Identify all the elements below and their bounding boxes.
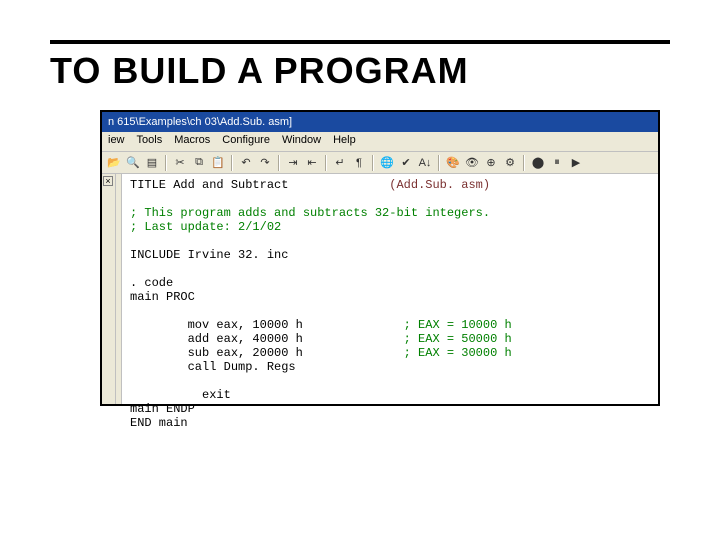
undo-icon[interactable]: ↶: [238, 155, 254, 171]
plugin-icon[interactable]: ⚙: [502, 155, 518, 171]
menu-tools[interactable]: Tools: [137, 134, 163, 149]
menubar: iew Tools Macros Configure Window Help: [102, 132, 658, 152]
toolbar: 📂🔍▤ ✂⧉📋 ↶↷ ⇥⇤ ↵¶ 🌐✔A↓ 🎨👁⊕⚙ ⬤⏸▶: [102, 152, 658, 174]
pilcrow-icon[interactable]: ¶: [351, 155, 367, 171]
editor-area: × TITLE Add and Subtract (Add.Sub. asm) …: [102, 174, 658, 404]
code-title-line: TITLE Add and Subtract (Add.Sub. asm): [130, 178, 490, 192]
window-titlebar: n 615\Examples\ch 03\Add.Sub. asm]: [102, 112, 658, 132]
code-comment: ; This program adds and subtracts 32-bit…: [130, 206, 490, 220]
toolbar-separator: [165, 155, 167, 171]
code-editor[interactable]: TITLE Add and Subtract (Add.Sub. asm) ; …: [122, 174, 658, 404]
page-title: TO BUILD A PROGRAM: [50, 50, 670, 92]
indent-icon[interactable]: ⇥: [285, 155, 301, 171]
window-title-text: n 615\Examples\ch 03\Add.Sub. asm]: [108, 116, 292, 128]
code-endp: main ENDP: [130, 402, 195, 416]
toolbar-separator: [325, 155, 327, 171]
eye-icon[interactable]: 👁: [464, 155, 480, 171]
spellcheck-icon[interactable]: ✔: [398, 155, 414, 171]
code-exit: exit: [130, 388, 231, 402]
code-comment: ; Last update: 2/1/02: [130, 220, 281, 234]
toolbar-separator: [231, 155, 233, 171]
find-icon[interactable]: 🔍: [125, 155, 141, 171]
record-icon[interactable]: ⬤: [530, 155, 546, 171]
wrap-icon[interactable]: ↵: [332, 155, 348, 171]
code-dotcode: . code: [130, 276, 173, 290]
zoomin-icon[interactable]: ⊕: [483, 155, 499, 171]
close-icon[interactable]: ×: [103, 176, 113, 186]
code-main-proc: main PROC: [130, 290, 195, 304]
code-instr: call Dump. Regs: [130, 360, 296, 374]
menu-macros[interactable]: Macros: [174, 134, 210, 149]
code-include: INCLUDE Irvine 32. inc: [130, 248, 288, 262]
toolbar-separator: [523, 155, 525, 171]
copy-icon[interactable]: ⧉: [191, 155, 207, 171]
cut-icon[interactable]: ✂: [172, 155, 188, 171]
sort-icon[interactable]: A↓: [417, 155, 433, 171]
paste-icon[interactable]: 📋: [210, 155, 226, 171]
doc-tab-strip: ×: [102, 174, 116, 404]
toolbar-separator: [372, 155, 374, 171]
code-end: END main: [130, 416, 188, 430]
heading-underline: [50, 40, 670, 44]
menu-view[interactable]: iew: [108, 134, 125, 149]
list-icon[interactable]: ▤: [144, 155, 160, 171]
outdent-icon[interactable]: ⇤: [304, 155, 320, 171]
globe-icon[interactable]: 🌐: [379, 155, 395, 171]
open-icon[interactable]: 📂: [106, 155, 122, 171]
menu-configure[interactable]: Configure: [222, 134, 270, 149]
pause-icon[interactable]: ⏸: [549, 155, 565, 171]
toolbar-separator: [438, 155, 440, 171]
menu-window[interactable]: Window: [282, 134, 321, 149]
menu-help[interactable]: Help: [333, 134, 356, 149]
toolbar-separator: [278, 155, 280, 171]
redo-icon[interactable]: ↷: [257, 155, 273, 171]
play-icon[interactable]: ▶: [568, 155, 584, 171]
code-instr: add eax, 40000 h ; EAX = 50000 h: [130, 332, 512, 346]
palette-icon[interactable]: 🎨: [445, 155, 461, 171]
code-instr: sub eax, 20000 h ; EAX = 30000 h: [130, 346, 512, 360]
editor-window: n 615\Examples\ch 03\Add.Sub. asm] iew T…: [100, 110, 660, 406]
code-instr: mov eax, 10000 h ; EAX = 10000 h: [130, 318, 512, 332]
